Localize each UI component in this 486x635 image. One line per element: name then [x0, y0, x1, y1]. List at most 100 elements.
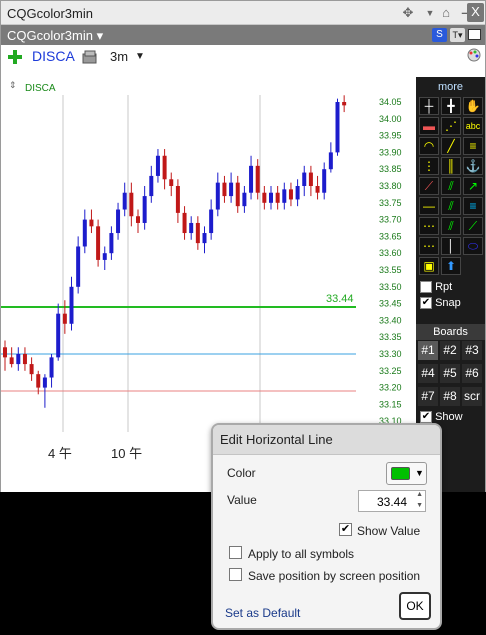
show-checkbox[interactable]: ✔ — [420, 411, 432, 424]
increment-icon[interactable]: ▲ — [416, 491, 423, 498]
s-badge[interactable]: S — [432, 28, 447, 42]
board-button-1[interactable]: #1 — [418, 341, 438, 360]
price-tick-label: 33.75 — [379, 198, 402, 208]
value-spinner[interactable]: 33.44 ▲ ▼ — [358, 490, 426, 512]
candle-body — [129, 192, 134, 217]
close-icon[interactable]: X — [467, 3, 484, 22]
candle — [242, 186, 247, 213]
candle — [9, 347, 14, 368]
palette-icon[interactable] — [467, 48, 481, 62]
board-button-5[interactable]: #5 — [440, 364, 460, 383]
decrement-icon[interactable]: ▼ — [416, 502, 423, 509]
price-tick-label: 33.55 — [379, 265, 402, 275]
candle — [328, 142, 333, 173]
candle-body — [175, 186, 180, 213]
price-tick-label: 33.80 — [379, 181, 402, 191]
t-badge[interactable]: T▾ — [450, 28, 465, 42]
candle-body — [116, 209, 121, 234]
candle-body — [142, 196, 147, 223]
board-button-3[interactable]: #3 — [462, 341, 482, 360]
ellipsis-icon[interactable]: ⋯ — [419, 237, 439, 255]
show-value-checkbox[interactable]: ✔ — [339, 523, 352, 536]
chart-type-icon[interactable] — [81, 49, 99, 65]
price-tick-label: 34.00 — [379, 114, 402, 124]
eraser-icon[interactable]: ▬ — [419, 117, 439, 135]
pitchfork-icon[interactable]: ⫽ — [441, 217, 461, 235]
candle — [249, 155, 254, 200]
add-icon[interactable] — [7, 49, 23, 65]
arrow-ray-icon[interactable]: ↗ — [463, 177, 483, 195]
parallel-icon[interactable]: ⋮ — [419, 157, 439, 175]
color-picker[interactable]: ▼ — [386, 462, 427, 485]
snap-checkbox[interactable]: ✔ — [420, 297, 432, 310]
candle — [49, 354, 54, 388]
candle — [29, 357, 34, 381]
interval-dropdown-icon[interactable]: ▼ — [135, 51, 145, 62]
trendline-icon[interactable]: ⋰ — [441, 117, 461, 135]
chart-tab[interactable]: CQGcolor3min ▾ — [7, 28, 103, 44]
rpt-option[interactable]: Rpt — [420, 281, 452, 294]
regression-icon[interactable]: ⟋ — [419, 177, 439, 195]
candle-body — [262, 192, 267, 203]
candle-body — [222, 182, 227, 197]
hand-icon[interactable]: ✋ — [463, 97, 483, 115]
dotted-icon[interactable]: ⋯ — [419, 217, 439, 235]
candle-body — [155, 155, 160, 176]
up-arrow-icon[interactable]: ⬆ — [441, 257, 461, 275]
value-field[interactable]: 33.44 — [377, 495, 407, 509]
candle-body — [82, 219, 87, 247]
title-bar[interactable]: CQGcolor3min ✥ ▼ ⌂ – X — [1, 1, 485, 25]
horizontal-line-icon[interactable]: — — [419, 197, 439, 215]
ellipse-icon[interactable]: ⬭ — [463, 237, 483, 255]
more-link[interactable]: more — [416, 81, 485, 93]
text-icon[interactable]: abc — [463, 117, 483, 135]
maximize-icon[interactable] — [468, 29, 481, 40]
show-option[interactable]: ✔ Show — [420, 411, 463, 424]
candle-body — [295, 186, 300, 200]
crosshair-icon[interactable]: ┼ — [419, 97, 439, 115]
candle-body — [249, 165, 254, 193]
horizontal-line-value-label: 33.44 — [326, 292, 354, 305]
cursor-cross-icon[interactable]: ╋ — [441, 97, 461, 115]
snap-option[interactable]: ✔ Snap — [420, 297, 461, 310]
candle — [129, 182, 134, 227]
gann-icon[interactable]: ⫽ — [441, 197, 461, 215]
rpt-checkbox[interactable] — [420, 281, 432, 294]
candle-body — [275, 192, 280, 203]
candle — [302, 165, 307, 197]
candle — [16, 347, 21, 371]
channel-icon[interactable]: ⫽ — [441, 177, 461, 195]
candle — [136, 209, 140, 234]
vertical-line-icon[interactable]: │ — [441, 237, 461, 255]
expand-arrows-icon[interactable]: ⇕ — [9, 80, 17, 91]
candle-body — [282, 189, 287, 203]
board-button-4[interactable]: #4 — [418, 364, 438, 383]
ray-icon[interactable]: ⟋ — [463, 217, 483, 235]
board-button-2[interactable]: #2 — [440, 341, 460, 360]
fan-icon[interactable]: ╱ — [441, 137, 461, 155]
ok-button[interactable]: OK — [399, 592, 431, 620]
price-tick-label: 33.35 — [379, 332, 402, 342]
vertical-lines-icon[interactable]: ║ — [441, 157, 461, 175]
candle — [235, 175, 240, 213]
candle — [109, 226, 114, 260]
move-icon[interactable]: ✥ — [399, 4, 417, 22]
candle-body — [315, 186, 320, 193]
board-button-7[interactable]: #7 — [418, 387, 438, 406]
board-button-6[interactable]: #6 — [462, 364, 482, 383]
anchor-icon[interactable]: ⚓ — [463, 157, 483, 175]
board-button-8[interactable]: #8 — [440, 387, 460, 406]
pin-icon[interactable]: ⌂ — [437, 4, 455, 22]
save-position-checkbox[interactable] — [229, 568, 242, 581]
board-button-9[interactable]: scr — [462, 387, 482, 406]
rectangle-icon[interactable]: ▣ — [419, 257, 439, 275]
fibonacci-icon[interactable]: ≡ — [463, 137, 483, 155]
candle-body — [9, 357, 14, 365]
candle-body — [229, 182, 234, 197]
grid-icon[interactable]: ≡ — [463, 197, 483, 215]
interval-label[interactable]: 3m — [110, 49, 128, 64]
arc-icon[interactable]: ◠ — [419, 137, 439, 155]
set-as-default-link[interactable]: Set as Default — [225, 606, 300, 620]
symbol-label[interactable]: DISCA — [32, 48, 75, 64]
apply-all-checkbox[interactable] — [229, 546, 242, 559]
